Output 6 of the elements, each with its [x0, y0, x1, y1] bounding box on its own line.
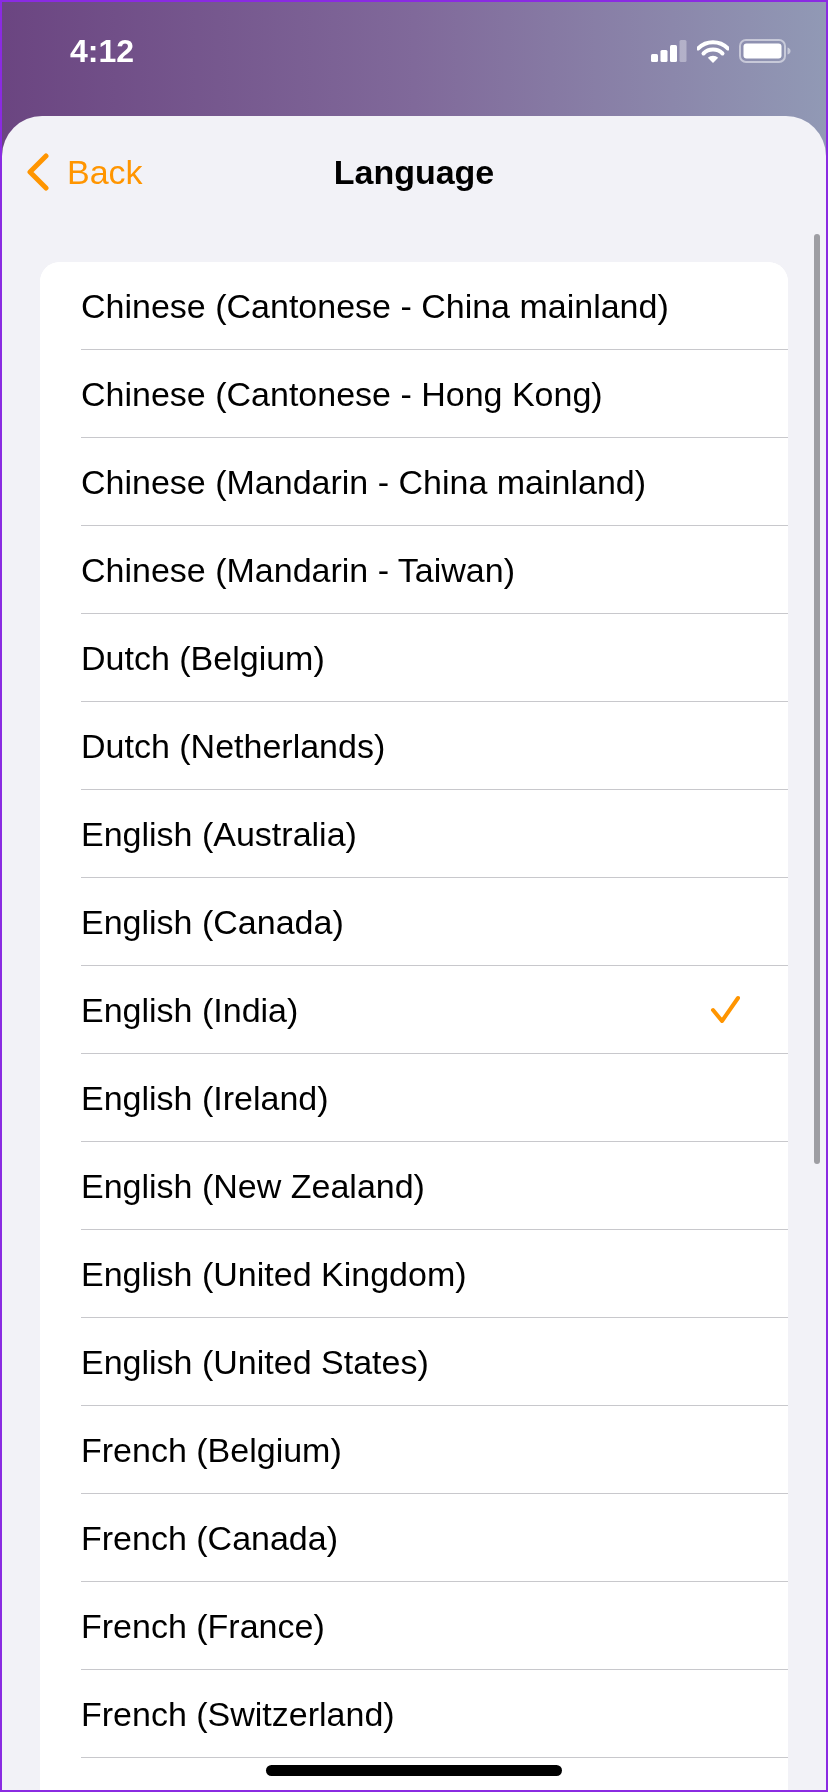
signal-icon	[651, 40, 687, 62]
status-time: 4:12	[70, 33, 135, 69]
chevron-left-icon	[26, 153, 50, 191]
page-title: Language	[333, 152, 495, 192]
battery-icon	[739, 39, 791, 63]
wifi-icon	[697, 39, 729, 63]
